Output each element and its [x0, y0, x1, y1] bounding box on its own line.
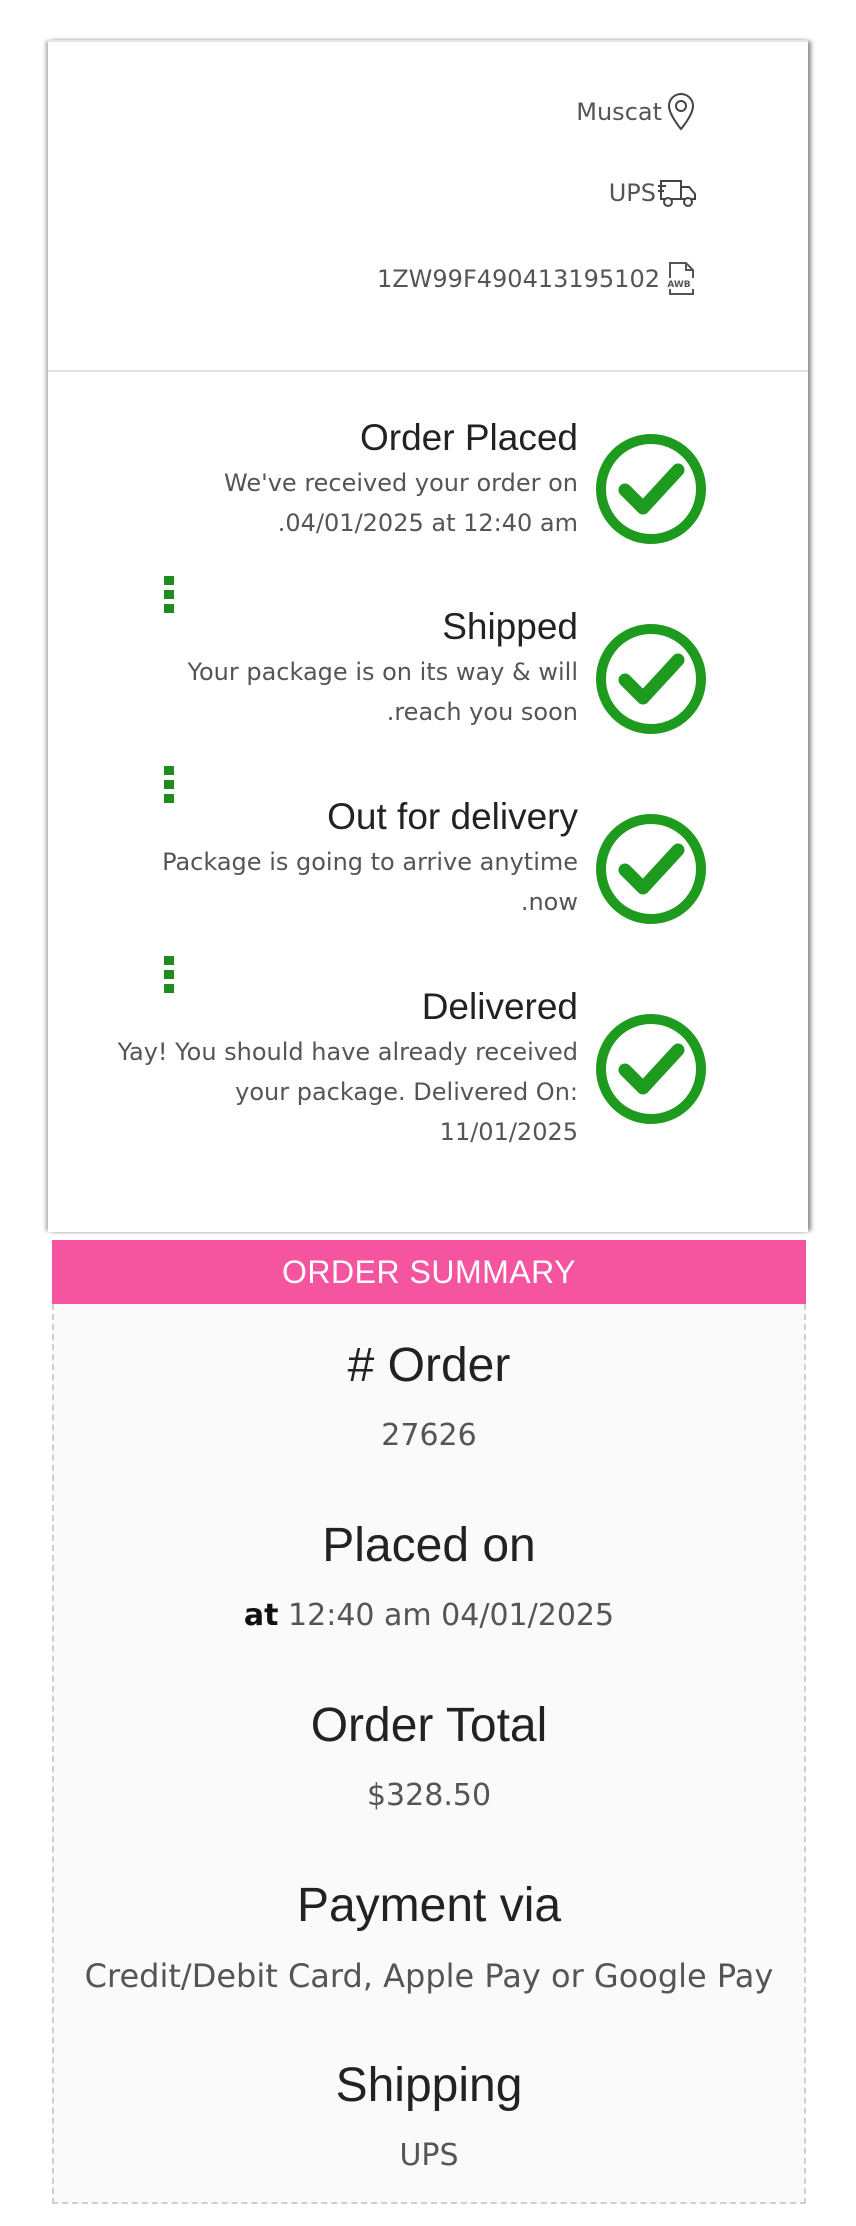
svg-text:AWB: AWB — [667, 280, 690, 290]
step-delivered: Delivered Yay! You should have already r… — [118, 984, 578, 1152]
order-total-label: Order Total — [310, 1699, 548, 1752]
shipping-label: Shipping — [335, 2059, 523, 2112]
step-desc-line: .04/01/2025 at 12:40 am — [277, 509, 578, 537]
step-desc-line: 11/01/2025 — [439, 1118, 578, 1146]
step-desc-line: your package. Delivered On: — [235, 1078, 578, 1106]
placed-on-block: Placed on at 12:40 am 04/01/2025 — [54, 1518, 804, 1636]
step-desc-line: .now — [520, 888, 578, 916]
step-title: Order Placed — [360, 417, 578, 458]
step-out-for-delivery: Out for delivery Package is going to arr… — [162, 794, 578, 922]
step-title: Shipped — [442, 606, 578, 647]
awb-row: 1ZW99F490413195102 AWB — [377, 260, 698, 298]
placed-datetime: 12:40 am 04/01/2025 — [288, 1598, 615, 1633]
order-number-block: # Order 27626 — [54, 1338, 804, 1456]
step-desc-line: We've received your order on — [224, 469, 578, 497]
order-total-value: $328.50 — [366, 1778, 492, 1813]
tracking-card: Muscat UPS 1ZW99F490413195102 AWB Order … — [48, 40, 808, 1232]
payment-block: Payment via Credit/Debit Card, Apple Pay… — [54, 1878, 804, 1996]
timeline-connector — [164, 576, 174, 618]
order-total-block: Order Total $328.50 — [54, 1698, 804, 1816]
step-desc-line: .reach you soon — [386, 698, 578, 726]
step-description: We've received your order on .04/01/2025… — [224, 463, 578, 543]
placed-at-word: at — [243, 1598, 279, 1633]
step-desc-line: Package is going to arrive anytime — [162, 848, 578, 876]
step-description: Package is going to arrive anytime .now — [162, 842, 578, 922]
shipping-block: Shipping UPS — [54, 2058, 804, 2176]
order-number-label: # Order — [347, 1339, 511, 1392]
destination-city: Muscat — [576, 92, 698, 132]
city-label: Muscat — [576, 98, 662, 126]
order-number-value: 27626 — [381, 1418, 477, 1453]
location-pin-icon — [667, 93, 695, 131]
payment-value: Credit/Debit Card, Apple Pay or Google P… — [84, 1957, 774, 1995]
carrier-row: UPS — [609, 177, 698, 209]
order-summary-header: ORDER SUMMARY — [52, 1240, 806, 1304]
payment-label: Payment via — [296, 1879, 562, 1932]
check-circle-icon — [596, 1014, 706, 1124]
check-circle-icon — [596, 814, 706, 924]
placed-on-label: Placed on — [322, 1519, 536, 1572]
delivery-truck-icon — [658, 180, 696, 207]
step-description: Yay! You should have already received yo… — [118, 1032, 578, 1152]
awb-number: 1ZW99F490413195102 — [376, 265, 660, 293]
step-desc-line: Your package is on its way & will — [187, 658, 579, 686]
check-circle-icon — [596, 624, 706, 734]
carrier-label: UPS — [608, 179, 656, 207]
step-description: Your package is on its way & will .reach… — [188, 652, 579, 732]
step-order-placed: Order Placed We've received your order o… — [224, 415, 578, 543]
shipping-value: UPS — [399, 2138, 459, 2173]
step-desc-line: Yay! You should have already received — [117, 1038, 578, 1066]
section-divider — [48, 370, 808, 372]
placed-on-value: at 12:40 am 04/01/2025 — [54, 1596, 804, 1636]
order-summary-panel: # Order 27626 Placed on at 12:40 am 04/0… — [52, 1304, 806, 2204]
step-title: Out for delivery — [327, 796, 578, 837]
step-shipped: Shipped Your package is on its way & wil… — [188, 604, 579, 732]
check-circle-icon — [596, 434, 706, 544]
awb-document-icon: AWB — [664, 262, 694, 295]
step-title: Delivered — [421, 986, 578, 1027]
